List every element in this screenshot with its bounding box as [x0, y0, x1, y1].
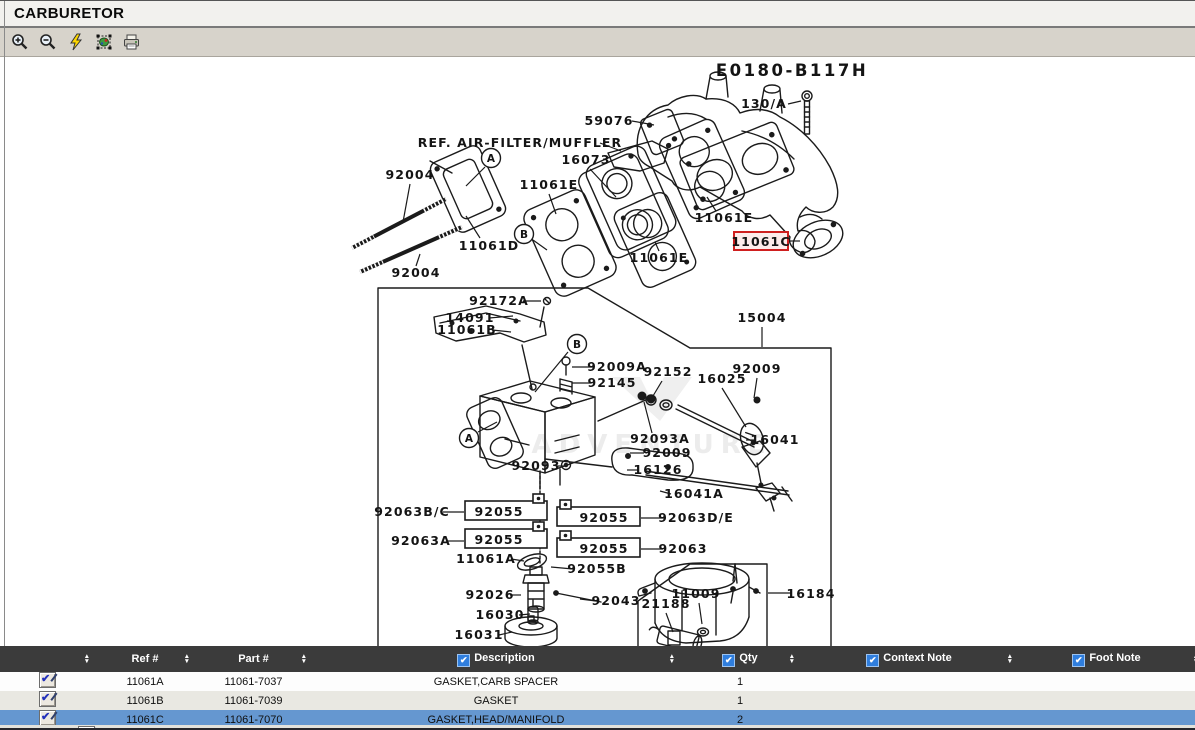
frame-left-border [4, 1, 5, 646]
parts-diagram: ADVENTURE [0, 1, 1195, 646]
title-bar: CARBURETOR [0, 1, 1195, 28]
screw-dot [564, 534, 568, 538]
part-label-92145[interactable]: 92145 [588, 375, 637, 390]
part-label-92004[interactable]: 92004 [386, 167, 435, 182]
part-label-130-A[interactable]: 130/A [741, 96, 787, 111]
row-edit-icon[interactable]: ✔ [39, 691, 56, 707]
hotspot-select-button[interactable] [93, 32, 114, 53]
sort-icon[interactable]: ▲▼ [789, 654, 795, 664]
page-title: CARBURETOR [14, 5, 124, 22]
qty-checkbox[interactable]: ✔ [722, 654, 735, 667]
part-label-16041A[interactable]: 16041A [664, 486, 724, 501]
column-header-foot-note[interactable]: ✔Foot Note ▲▼ [1018, 646, 1195, 672]
part-label-59076[interactable]: 59076 [585, 113, 634, 128]
part-label-92043[interactable]: 92043 [592, 593, 641, 608]
part-label-16030[interactable]: 16030 [476, 607, 525, 622]
leader-line [722, 388, 746, 427]
part-label-92063B-C[interactable]: 92063B/C [374, 504, 450, 519]
print-icon [122, 33, 141, 51]
part-label-92172A[interactable]: 92172A [469, 293, 529, 308]
description-checkbox[interactable]: ✔ [457, 654, 470, 667]
part-label-16184[interactable]: 16184 [787, 586, 836, 601]
screw-dot [537, 525, 541, 529]
part-label-92004[interactable]: 92004 [392, 265, 441, 280]
part-label-REF-AIR-FILTER-MUFFLER[interactable]: REF. AIR-FILTER/MUFFLER [418, 135, 623, 150]
column-header-qty[interactable]: ✔Qty ▲▼ [680, 646, 800, 672]
table-row[interactable]: ✔ 11061A 11061-7037 GASKET,CARB SPACER 1 [0, 672, 1195, 691]
part-label-11061E[interactable]: 11061E [520, 177, 579, 192]
part-label-92055[interactable]: 92055 [580, 510, 629, 525]
part-label-11009[interactable]: 11009 [672, 586, 721, 601]
column-header-context-note[interactable]: ✔Context Note ▲▼ [800, 646, 1018, 672]
part-label-92055[interactable]: 92055 [475, 532, 524, 547]
callout-marker-letter: B [573, 339, 581, 351]
leader-line [788, 101, 801, 104]
part-label-15004[interactable]: 15004 [738, 310, 787, 325]
leader-line [466, 216, 480, 238]
callout-marker-letter: B [520, 229, 528, 241]
row-edit-icon[interactable]: ✔ [39, 710, 56, 726]
foot-note-checkbox[interactable]: ✔ [1072, 654, 1085, 667]
part-label-11061C[interactable]: 11061C [731, 234, 790, 249]
part-label-92055[interactable]: 92055 [580, 541, 629, 556]
table-header-row: ▲▼ Ref # ▲▼ Part # ▲▼ ✔Description ▲▼ ✔Q… [0, 646, 1195, 672]
part-label-92009A[interactable]: 92009A [587, 359, 647, 374]
part-label-11061E[interactable]: 11061E [630, 250, 689, 265]
zoom-in-button[interactable] [9, 32, 30, 53]
part-label-11061E[interactable]: 11061E [695, 210, 754, 225]
leader-line [754, 378, 757, 398]
column-header-ref[interactable]: Ref # ▲▼ [95, 646, 195, 672]
flash-button[interactable] [65, 32, 86, 53]
part-label-11061A[interactable]: 11061A [456, 551, 516, 566]
context-note-checkbox[interactable]: ✔ [866, 654, 879, 667]
leader-line [666, 613, 673, 632]
leader-line [466, 167, 485, 186]
sort-icon[interactable]: ▲▼ [1007, 654, 1013, 664]
part-label-11061B[interactable]: 11061B [437, 322, 497, 337]
part-label-16031[interactable]: 16031 [455, 627, 504, 642]
table-row[interactable]: ✔ 11061B 11061-7039 GASKET 1 [0, 691, 1195, 710]
column-header-part[interactable]: Part # ▲▼ [195, 646, 312, 672]
sort-icon[interactable]: ▲▼ [84, 654, 90, 664]
part-label-92093[interactable]: 92093 [512, 458, 561, 473]
part-label-16041[interactable]: 16041 [751, 432, 800, 447]
part-label-92093A[interactable]: 92093A [630, 431, 690, 446]
part-label-92026[interactable]: 92026 [466, 587, 515, 602]
part-label-11061D[interactable]: 11061D [459, 238, 519, 253]
row-edit-icon[interactable]: ✔ [39, 672, 56, 688]
column-header-description[interactable]: ✔Description ▲▼ [312, 646, 680, 672]
part-label-16126[interactable]: 16126 [634, 462, 683, 477]
part-label-92009[interactable]: 92009 [643, 445, 692, 460]
callout-marker-letter: A [465, 433, 474, 445]
callout-marker-letter: A [487, 153, 496, 165]
zoom-in-icon [11, 33, 29, 51]
screw-dot [537, 497, 541, 501]
sort-icon[interactable]: ▲▼ [301, 654, 307, 664]
leader-line [707, 197, 716, 211]
hotspot-select-icon [95, 33, 113, 51]
sort-icon[interactable]: ▲▼ [184, 654, 190, 664]
part-label-92009[interactable]: 92009 [733, 361, 782, 376]
lightning-icon [68, 33, 84, 51]
toolbar [0, 28, 1195, 57]
part-label-92063D-E[interactable]: 92063D/E [658, 510, 734, 525]
parts-table: ▲▼ Ref # ▲▼ Part # ▲▼ ✔Description ▲▼ ✔Q… [0, 646, 1195, 729]
part-label-92152[interactable]: 92152 [644, 364, 693, 379]
zoom-out-icon [39, 33, 57, 51]
part-label-92055B[interactable]: 92055B [567, 561, 627, 576]
print-button[interactable] [121, 32, 142, 53]
diagram-code: E0180-B117H [716, 61, 868, 80]
screw-dot [564, 503, 568, 507]
zoom-out-button[interactable] [37, 32, 58, 53]
part-label-92063A[interactable]: 92063A [391, 533, 451, 548]
part-label-92055[interactable]: 92055 [475, 504, 524, 519]
leader-line [699, 603, 702, 624]
sort-icon[interactable]: ▲▼ [669, 654, 675, 664]
column-header-select[interactable]: ▲▼ [0, 646, 95, 672]
part-label-16073[interactable]: 16073 [562, 152, 611, 167]
part-label-92063[interactable]: 92063 [659, 541, 708, 556]
